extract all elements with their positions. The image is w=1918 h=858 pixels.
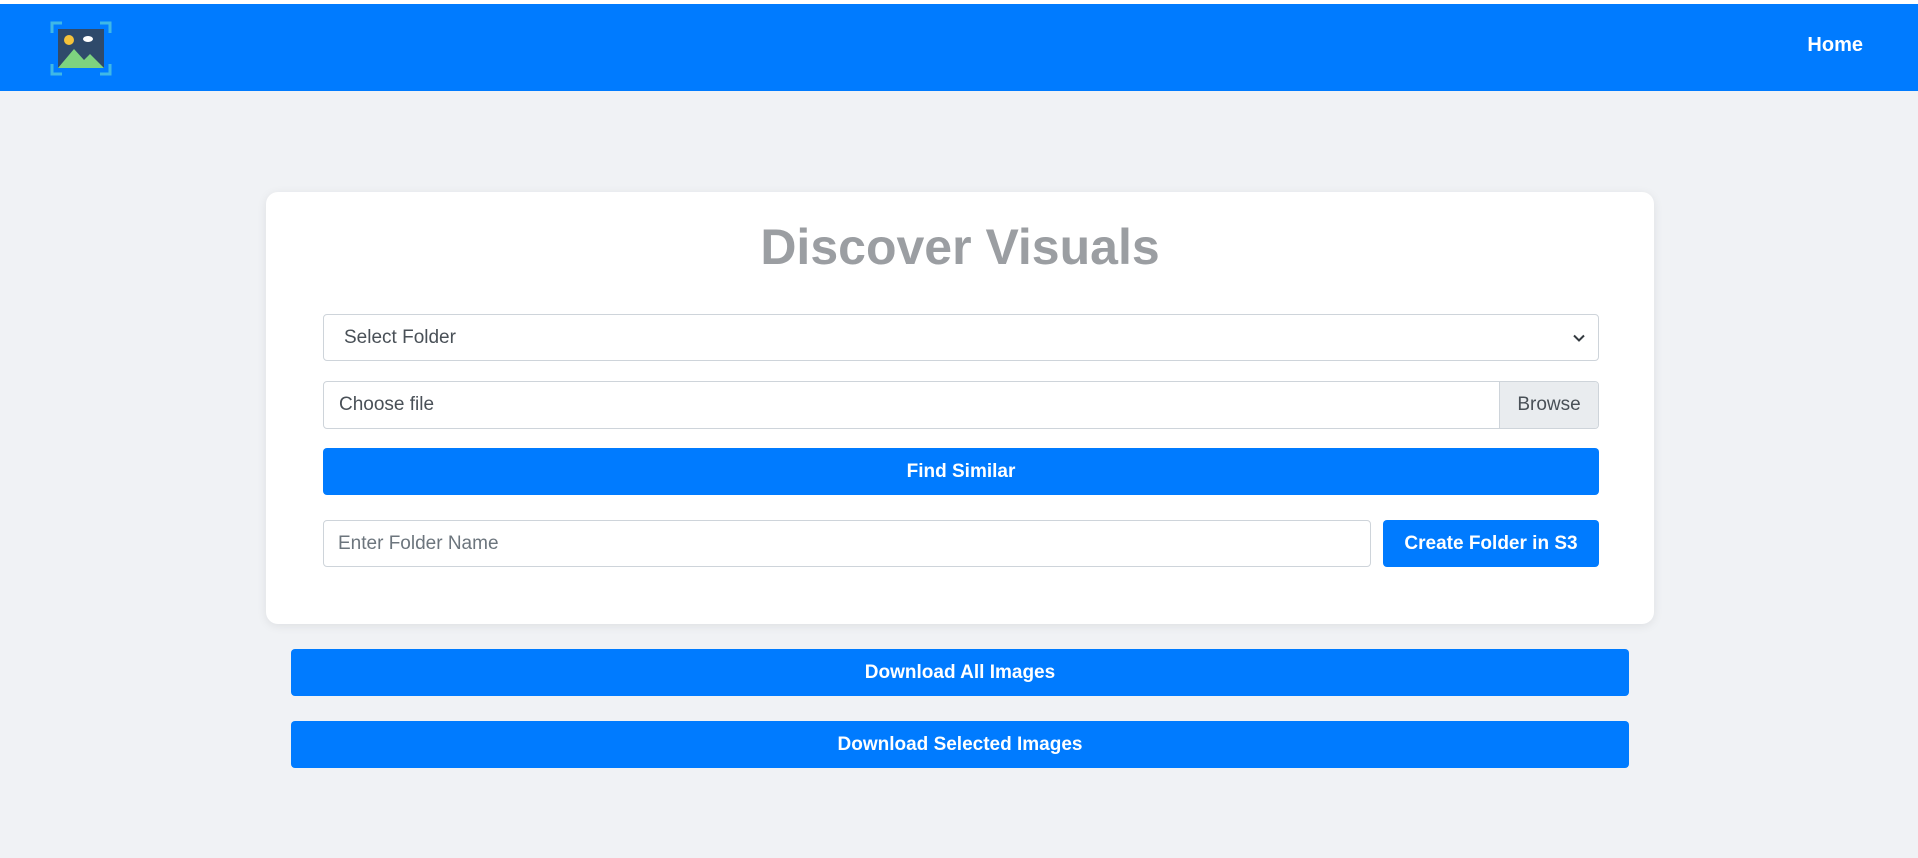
folder-select[interactable]: Select Folder <box>323 314 1599 361</box>
search-card: Discover Visuals Select Folder Choose fi… <box>266 192 1654 624</box>
image-gallery-logo-icon[interactable] <box>50 21 112 76</box>
navbar: Home <box>0 4 1918 91</box>
download-selected-button[interactable]: Download Selected Images <box>291 721 1629 768</box>
page-title: Discover Visuals <box>760 219 1160 275</box>
file-input-label: Choose file <box>339 394 435 415</box>
download-all-button[interactable]: Download All Images <box>291 649 1629 696</box>
browse-button[interactable]: Browse <box>1499 382 1598 428</box>
chevron-down-icon <box>1573 334 1585 342</box>
create-folder-button[interactable]: Create Folder in S3 <box>1383 520 1599 567</box>
folder-select-value: Select Folder <box>344 327 456 348</box>
file-input[interactable]: Choose file Browse <box>323 381 1599 429</box>
folder-name-input[interactable] <box>323 520 1371 567</box>
find-similar-button[interactable]: Find Similar <box>323 448 1599 495</box>
page-body: Discover Visuals Select Folder Choose fi… <box>0 91 1918 858</box>
nav-home-link[interactable]: Home <box>1807 34 1863 57</box>
